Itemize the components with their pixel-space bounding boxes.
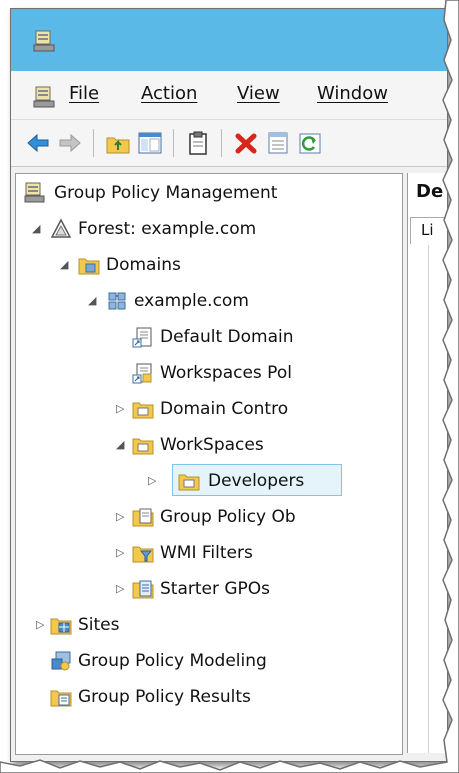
menu-view[interactable]: View (237, 83, 280, 104)
tree-item-wmi-filters[interactable]: ▷ WMI Filters (16, 538, 396, 570)
wmi-filter-icon (132, 542, 154, 564)
tree-item-label: Developers (208, 471, 305, 491)
collapsed-arrow-icon[interactable]: ▷ (116, 546, 128, 560)
title-bar[interactable] (11, 9, 447, 71)
toolbar-separator (173, 129, 174, 157)
tree-item-label: Group Policy Management (54, 183, 278, 203)
expanded-arrow-icon[interactable]: ◢ (60, 258, 72, 272)
expanded-arrow-icon[interactable]: ◢ (88, 294, 100, 308)
tree-item-label: Domain Contro (160, 399, 289, 419)
tree-item-developers[interactable]: ▷ Developers (16, 466, 396, 498)
gpo-link-icon (132, 362, 154, 384)
tree-item-domain-controllers[interactable]: ▷ Domain Contro (16, 394, 396, 426)
ou-folder-icon (132, 398, 154, 420)
menu-action[interactable]: Action (141, 83, 197, 104)
back-arrow-icon[interactable] (25, 130, 51, 156)
console-tree[interactable]: Group Policy Management ◢ Forest: exampl… (15, 173, 403, 755)
tree-item-forest[interactable]: ◢ Forest: example.com (16, 214, 396, 246)
toolbar (11, 120, 447, 167)
delete-icon[interactable] (233, 130, 259, 156)
domains-folder-icon (78, 254, 100, 276)
menu-bar: File Action View Window (11, 71, 447, 120)
tree-item-group-policy-management[interactable]: Group Policy Management (16, 178, 396, 210)
tree-item-example-com[interactable]: ◢ example.com (16, 286, 396, 318)
show-hide-console-tree-icon[interactable] (137, 130, 163, 156)
collapsed-arrow-icon[interactable]: ▷ (116, 402, 128, 416)
tree-item-group-policy-results[interactable]: Group Policy Results (16, 682, 396, 714)
gpo-container-icon (132, 506, 154, 528)
ou-folder-icon (178, 470, 200, 492)
forward-arrow-icon[interactable] (57, 130, 83, 156)
collapsed-arrow-icon[interactable]: ▷ (116, 582, 128, 596)
forest-triangle-icon (50, 218, 72, 240)
tree-item-label: Workspaces Pol (160, 363, 292, 383)
menu-file[interactable]: File (69, 83, 99, 104)
tree-item-label: WorkSpaces (160, 435, 264, 455)
mmc-menu-icon[interactable] (33, 85, 57, 113)
tree-item-label: Starter GPOs (160, 579, 271, 599)
collapsed-arrow-icon[interactable]: ▷ (36, 618, 48, 632)
clipboard-icon[interactable] (185, 130, 211, 156)
mmc-window: File Action View Window Group Policy Man… (10, 8, 448, 762)
details-divider (428, 245, 429, 753)
tree-item-label: Domains (106, 255, 181, 275)
collapsed-arrow-icon[interactable]: ▷ (148, 474, 160, 488)
tree-item-workspaces[interactable]: ◢ WorkSpaces (16, 430, 396, 462)
modeling-icon (50, 650, 72, 672)
refresh-icon[interactable] (297, 130, 323, 156)
tree-item-label: Default Domain (160, 327, 294, 347)
tree-item-label: Group Policy Modeling (78, 651, 267, 671)
starter-gpo-icon (132, 578, 154, 600)
properties-icon[interactable] (265, 130, 291, 156)
gpo-link-icon (132, 326, 154, 348)
expanded-arrow-icon[interactable]: ◢ (116, 438, 128, 452)
tree-item-sites[interactable]: ▷ Sites (16, 610, 396, 642)
expanded-arrow-icon[interactable]: ◢ (32, 222, 44, 236)
tree-item-label: Group Policy Results (78, 687, 251, 707)
tree-item-group-policy-objects[interactable]: ▷ Group Policy Ob (16, 502, 396, 534)
tree-item-label: WMI Filters (160, 543, 253, 563)
gpm-console-icon (24, 182, 46, 204)
tree-item-label: example.com (134, 291, 249, 311)
domain-icon (106, 290, 128, 312)
collapsed-arrow-icon[interactable]: ▷ (116, 510, 128, 524)
tree-item-default-domain-policy[interactable]: Default Domain (16, 322, 396, 354)
mmc-app-icon[interactable] (33, 29, 57, 57)
tree-item-starter-gpos[interactable]: ▷ Starter GPOs (16, 574, 396, 606)
tree-item-group-policy-modeling[interactable]: Group Policy Modeling (16, 646, 396, 678)
details-pane[interactable]: De Li (407, 173, 447, 753)
details-pane-title: De (416, 181, 444, 202)
tree-item-workspaces-policy[interactable]: Workspaces Pol (16, 358, 396, 390)
menu-window[interactable]: Window (317, 83, 388, 104)
up-folder-icon[interactable] (105, 130, 131, 156)
details-tab-label: Li (421, 221, 434, 239)
tree-item-label: Forest: example.com (78, 219, 257, 239)
tree-item-label: Sites (78, 615, 120, 635)
ou-folder-icon (132, 434, 154, 456)
toolbar-separator (221, 129, 222, 157)
tree-item-label: Group Policy Ob (160, 507, 296, 527)
tree-item-domains[interactable]: ◢ Domains (16, 250, 396, 282)
toolbar-separator (93, 129, 94, 157)
results-icon (50, 686, 72, 708)
sites-folder-icon (50, 614, 72, 636)
details-tab[interactable]: Li (410, 217, 447, 244)
